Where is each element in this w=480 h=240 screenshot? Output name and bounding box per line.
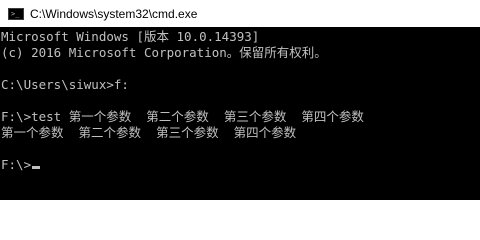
console-line: Microsoft Windows [版本 10.0.14393]: [1, 29, 260, 44]
prompt-line[interactable]: F:\>: [1, 157, 480, 173]
console-line: 第一个参数 第二个参数 第三个参数 第四个参数: [1, 125, 297, 140]
console-line: C:\Users\siwux>f:: [1, 77, 129, 92]
prompt-text: F:\>: [1, 157, 32, 172]
cmd-icon: >_: [8, 7, 24, 20]
text-cursor: [32, 166, 41, 169]
console-output[interactable]: Microsoft Windows [版本 10.0.14393] (c) 20…: [0, 27, 480, 200]
cmd-window: >_ C:\Windows\system32\cmd.exe Microsoft…: [0, 0, 480, 200]
console-line: F:\>test 第一个参数 第二个参数 第三个参数 第四个参数: [1, 109, 364, 124]
window-title: C:\Windows\system32\cmd.exe: [30, 6, 198, 21]
title-bar[interactable]: >_ C:\Windows\system32\cmd.exe: [0, 0, 480, 27]
console-line: (c) 2016 Microsoft Corporation。保留所有权利。: [1, 45, 327, 60]
